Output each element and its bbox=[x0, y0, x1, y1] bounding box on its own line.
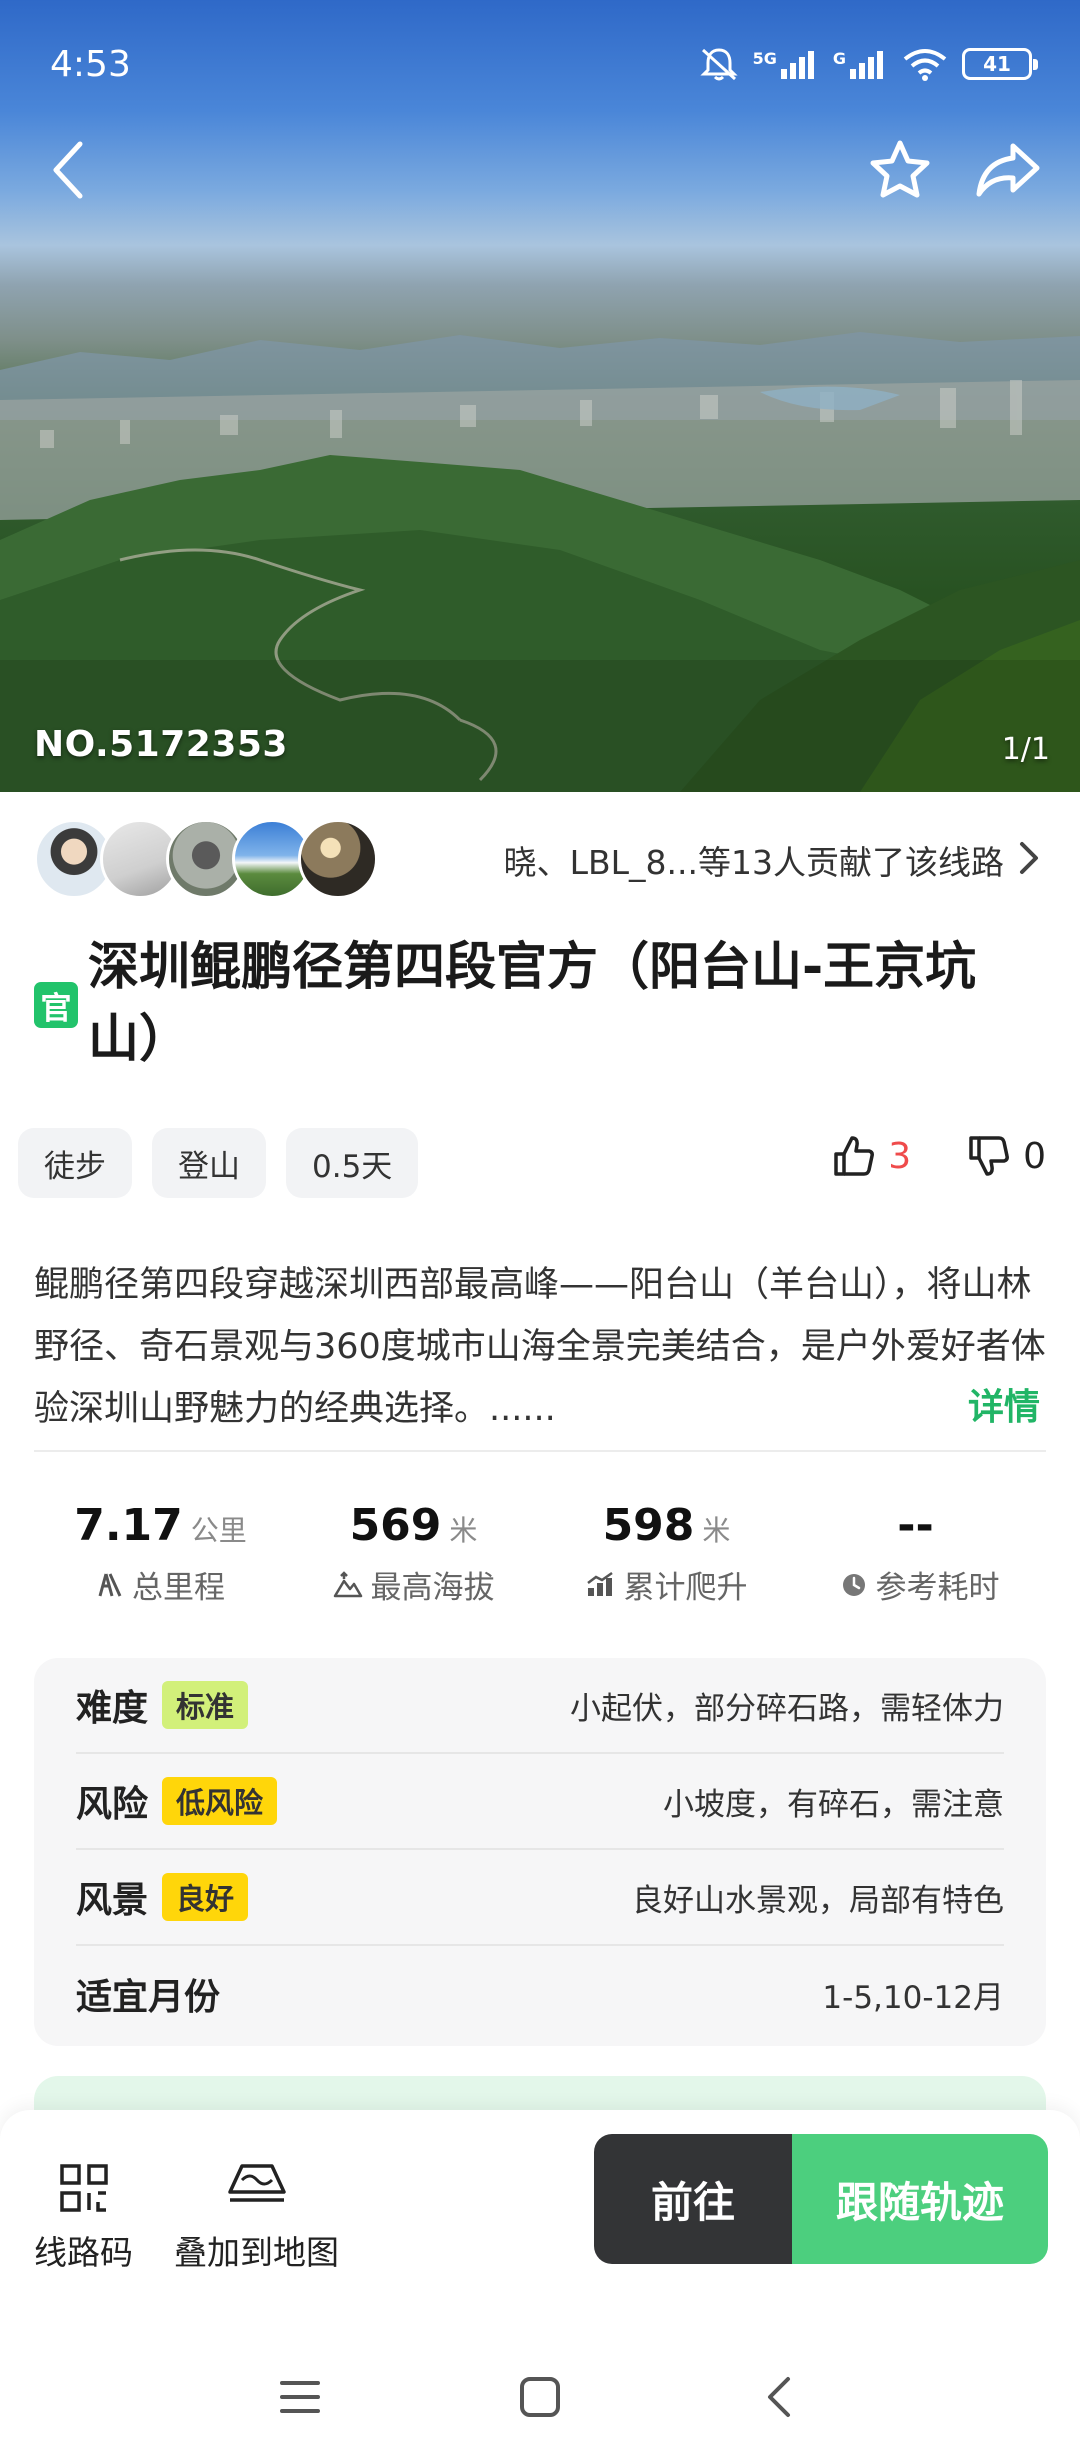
stat-value: 598 bbox=[602, 1500, 695, 1551]
route-code-label: 线路码 bbox=[34, 2233, 133, 2272]
overlay-map-button[interactable]: 叠加到地图 bbox=[174, 2162, 339, 2274]
stat-unit: 公里 bbox=[190, 1514, 247, 1547]
tag-duration: 0.5天 bbox=[286, 1128, 419, 1198]
route-stats: 7.17 公里 总里程 569 米 最高海拔 598 米 累计爬升 -- 参考耗… bbox=[34, 1500, 1046, 1610]
contributors-text: 晓、LBL_8...等13人贡献了该线路 bbox=[503, 843, 1004, 882]
route-tags: 徒步 登山 0.5天 bbox=[18, 1128, 419, 1198]
mute-bell-icon bbox=[699, 48, 738, 81]
risk-badge: 低风险 bbox=[162, 1777, 278, 1825]
share-arrow-icon bbox=[976, 143, 1040, 197]
rating-row-risk: 风险 低风险 小坡度，有碎石，需注意 bbox=[76, 1754, 1004, 1850]
rating-row-difficulty: 难度 标准 小起伏，部分碎石路，需轻体力 bbox=[76, 1658, 1004, 1754]
thumbs-up-icon bbox=[834, 1136, 875, 1176]
action-buttons: 前往 跟随轨迹 bbox=[594, 2134, 1048, 2264]
back-chevron-icon bbox=[768, 2377, 790, 2417]
qr-grid-icon bbox=[59, 2164, 108, 2212]
back-arrow-icon bbox=[53, 141, 83, 199]
battery-icon: 41 bbox=[962, 48, 1038, 80]
route-code-button[interactable]: 线路码 bbox=[34, 2162, 133, 2274]
map-layers-icon bbox=[227, 2164, 286, 2202]
back-nav-button[interactable] bbox=[745, 2362, 815, 2432]
rating-label: 适宜月份 bbox=[76, 1977, 221, 2018]
signal-g-icon: G bbox=[833, 49, 888, 79]
stat-value: 569 bbox=[349, 1500, 442, 1551]
route-number: NO.5172353 bbox=[34, 724, 288, 765]
share-button[interactable] bbox=[968, 130, 1048, 210]
hero-photo[interactable]: 4:53 5G G 41 NO.5172353 1/1 bbox=[0, 0, 1080, 792]
stat-distance: 7.17 公里 总里程 bbox=[34, 1500, 287, 1610]
route-description: 鲲鹏径第四段穿越深圳西部最高峰——阳台山（羊台山），将山林野径、奇石景观与360… bbox=[34, 1265, 1046, 1429]
stat-ascent: 598 米 累计爬升 bbox=[540, 1500, 793, 1610]
votes: 3 0 bbox=[832, 1126, 1046, 1186]
avatar bbox=[298, 819, 378, 899]
rating-label: 风景 bbox=[76, 1880, 149, 1921]
stat-duration: -- 参考耗时 bbox=[793, 1500, 1046, 1610]
chevron-right-icon bbox=[1020, 842, 1038, 874]
go-button[interactable]: 前往 bbox=[594, 2134, 792, 2264]
menu-nav-button[interactable] bbox=[265, 2362, 335, 2432]
stat-label: 累计爬升 bbox=[623, 1570, 748, 1606]
photo-counter: 1/1 bbox=[1001, 732, 1050, 767]
home-square-icon bbox=[520, 2377, 560, 2417]
tag-climbing: 登山 bbox=[152, 1128, 266, 1198]
rating-value: 良好山水景观，局部有特色 bbox=[632, 1882, 1004, 1919]
difficulty-badge: 标准 bbox=[162, 1681, 249, 1729]
wifi-icon bbox=[903, 49, 947, 81]
official-badge: 官 bbox=[34, 982, 78, 1028]
signal-g-label: G bbox=[832, 49, 846, 68]
rating-row-months: 适宜月份 1-5,10-12月 bbox=[76, 1946, 1004, 2042]
stat-label: 总里程 bbox=[132, 1570, 225, 1606]
rating-label: 风险 bbox=[76, 1784, 149, 1825]
rating-label: 难度 bbox=[76, 1688, 149, 1729]
scenery-badge: 良好 bbox=[162, 1873, 249, 1921]
stat-value: 7.17 bbox=[74, 1500, 183, 1551]
altitude-icon bbox=[333, 1570, 362, 1597]
home-nav-button[interactable] bbox=[505, 2362, 575, 2432]
like-count: 3 bbox=[888, 1135, 912, 1177]
stat-unit: 米 bbox=[449, 1514, 478, 1547]
route-rating-card: 难度 标准 小起伏，部分碎石路，需轻体力 风险 低风险 小坡度，有碎石，需注意 … bbox=[34, 1658, 1046, 2046]
stat-label: 最高海拔 bbox=[370, 1570, 495, 1606]
stat-altitude: 569 米 最高海拔 bbox=[287, 1500, 540, 1610]
follow-track-button[interactable]: 跟随轨迹 bbox=[792, 2134, 1048, 2264]
tag-hiking: 徒步 bbox=[18, 1128, 132, 1198]
signal-5g-label: 5G bbox=[752, 49, 777, 68]
rating-value: 小起伏，部分碎石路，需轻体力 bbox=[570, 1690, 1004, 1727]
signal-5g-icon: 5G bbox=[753, 49, 819, 79]
status-icons: 5G G 41 bbox=[699, 44, 1038, 84]
favorite-button[interactable] bbox=[860, 130, 940, 210]
rating-row-scenery: 风景 良好 良好山水景观，局部有特色 bbox=[76, 1850, 1004, 1946]
back-button[interactable] bbox=[28, 130, 108, 210]
rating-value: 小坡度，有碎石，需注意 bbox=[663, 1786, 1004, 1823]
rating-value: 1-5,10-12月 bbox=[822, 1979, 1004, 2016]
overlay-map-label: 叠加到地图 bbox=[174, 2233, 339, 2272]
status-bar: 4:53 5G G 41 bbox=[0, 0, 1080, 130]
dislike-count: 0 bbox=[1023, 1135, 1046, 1177]
star-icon bbox=[870, 140, 930, 198]
stat-unit: 米 bbox=[702, 1514, 731, 1547]
thumbs-down-icon bbox=[969, 1136, 1010, 1176]
stat-label: 参考耗时 bbox=[875, 1570, 1000, 1606]
dislike-button[interactable]: 0 bbox=[967, 1134, 1046, 1178]
battery-level: 41 bbox=[983, 52, 1011, 76]
menu-icon bbox=[280, 2381, 320, 2413]
system-navigation-bar bbox=[0, 2350, 1080, 2440]
route-title: 深圳鲲鹏径第四段官方（阳台山-王京坑山） bbox=[88, 938, 977, 1069]
distance-icon bbox=[98, 1572, 122, 1597]
status-time: 4:53 bbox=[50, 44, 131, 85]
divider bbox=[34, 1450, 1046, 1452]
stat-value: -- bbox=[897, 1500, 934, 1551]
contributors-row[interactable]: 晓、LBL_8...等13人贡献了该线路 bbox=[34, 816, 1046, 902]
ascent-icon bbox=[586, 1571, 613, 1596]
like-button[interactable]: 3 bbox=[832, 1134, 911, 1178]
clock-icon bbox=[842, 1573, 865, 1596]
description-more-link[interactable]: 详情 bbox=[968, 1378, 1040, 1430]
